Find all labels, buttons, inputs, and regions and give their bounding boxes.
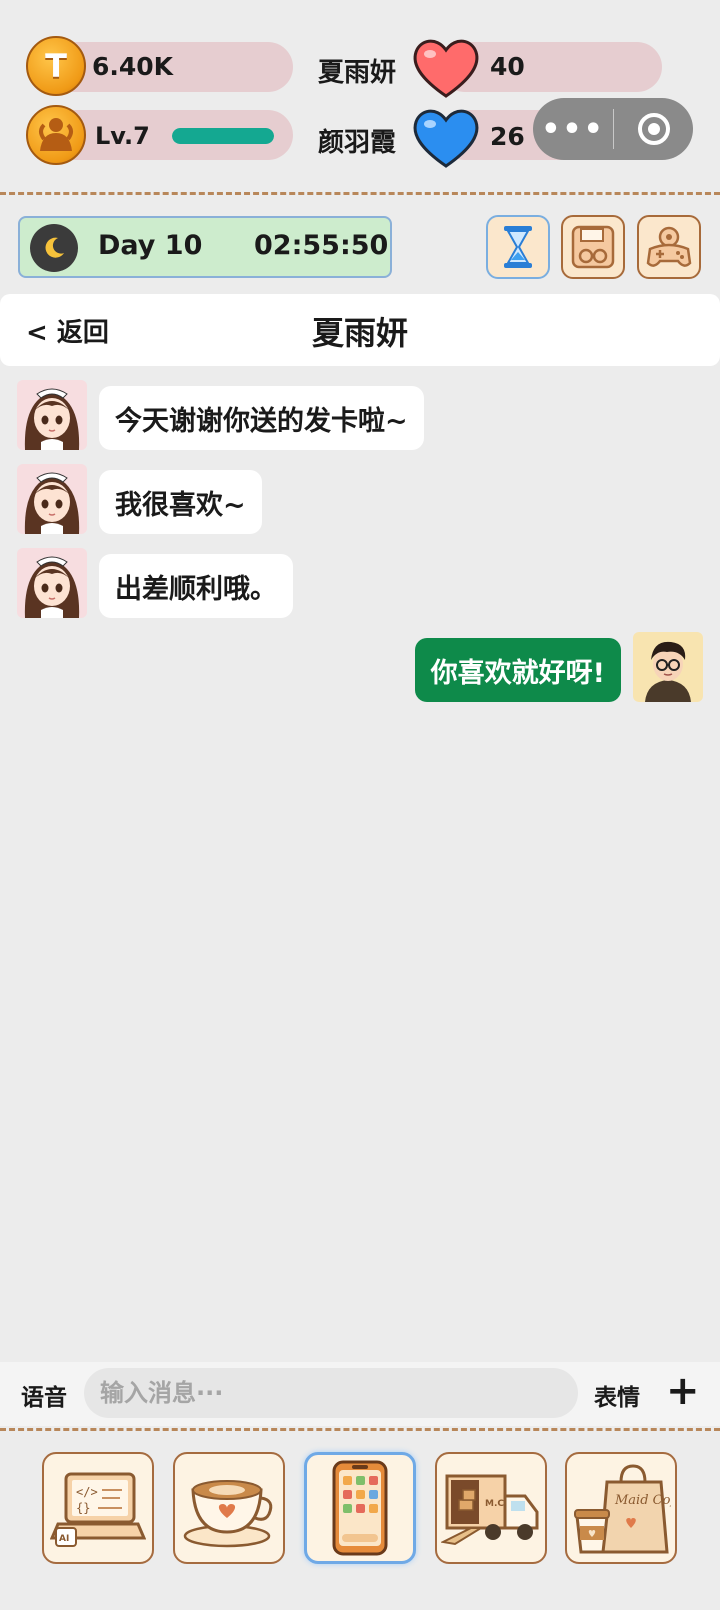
message-bubble: 今天谢谢你送的发卡啦~ bbox=[99, 386, 424, 450]
delivery-truck-icon: M.C bbox=[441, 1474, 539, 1546]
hourglass-icon bbox=[504, 226, 532, 268]
coin-icon: T bbox=[26, 36, 86, 96]
bag-logo-text: Maid Coffee bbox=[614, 1493, 671, 1508]
coffee-cup-icon bbox=[183, 1480, 273, 1548]
dock-truck-button[interactable]: M.C bbox=[435, 1452, 547, 1564]
my-avatar[interactable] bbox=[633, 632, 703, 702]
svg-text:{}: {} bbox=[76, 1501, 90, 1515]
maid-girl-avatar-icon bbox=[24, 472, 80, 534]
phone-apps-icon bbox=[332, 1460, 388, 1556]
save-disk-icon bbox=[571, 225, 615, 269]
heart-icon bbox=[413, 39, 479, 98]
input-bar: 语音 表情 + bbox=[0, 1362, 720, 1426]
moon-icon bbox=[30, 224, 78, 272]
divider-top bbox=[0, 192, 720, 195]
divider-bottom bbox=[0, 1428, 720, 1431]
hourglass-button[interactable] bbox=[486, 215, 550, 279]
gamepad-gear-icon bbox=[646, 226, 692, 267]
target-icon[interactable] bbox=[614, 98, 693, 160]
message-input[interactable] bbox=[84, 1368, 578, 1418]
coin-count: 6.40K bbox=[92, 52, 174, 81]
player-avatar-icon[interactable] bbox=[26, 105, 86, 165]
settings-button[interactable] bbox=[637, 215, 701, 279]
chat-header: < 返回 夏雨妍 bbox=[0, 294, 720, 366]
more-dots-icon[interactable]: ••• bbox=[533, 98, 613, 160]
voice-button[interactable]: 语音 bbox=[21, 1378, 67, 1412]
my-message-bubble: 你喜欢就好呀! bbox=[414, 638, 621, 702]
clock-label: 02:55:50 bbox=[254, 230, 389, 261]
emoji-button[interactable]: 表情 bbox=[594, 1378, 640, 1412]
maid-coffee-bag-icon: Maid Coffee bbox=[574, 1464, 671, 1554]
dock-phone-button[interactable] bbox=[304, 1452, 416, 1564]
dock-maid-coffee-button[interactable]: Maid Coffee bbox=[565, 1452, 677, 1564]
avatar[interactable] bbox=[17, 548, 87, 618]
maid-girl-avatar-icon bbox=[24, 556, 80, 618]
boy-glasses-avatar-icon bbox=[645, 641, 691, 702]
laptop-code-icon: </> {} AI bbox=[50, 1472, 146, 1547]
level-label: Lv.7 bbox=[95, 122, 150, 150]
muscle-man-icon bbox=[39, 118, 73, 151]
day-time-panel: Day 10 02:55:50 bbox=[18, 216, 392, 278]
truck-logo-text: M.C bbox=[485, 1499, 504, 1509]
chat-title: 夏雨妍 bbox=[311, 314, 408, 352]
level-progress-bar bbox=[172, 128, 274, 144]
heart-icon bbox=[413, 109, 479, 168]
dock-laptop-button[interactable]: </> {} AI bbox=[42, 1452, 154, 1564]
plus-button[interactable]: + bbox=[666, 1366, 700, 1416]
affection-value-2: 26 bbox=[490, 122, 525, 151]
svg-text:</>: </> bbox=[76, 1485, 98, 1499]
dock-coffee-button[interactable] bbox=[173, 1452, 285, 1564]
message-bubble: 出差顺利哦。 bbox=[99, 554, 293, 618]
mini-program-capsule: ••• bbox=[533, 98, 693, 160]
avatar[interactable] bbox=[17, 464, 87, 534]
svg-text:AI: AI bbox=[59, 1534, 69, 1544]
day-label: Day 10 bbox=[98, 230, 203, 261]
character-name-1: 夏雨妍 bbox=[318, 58, 397, 88]
character-name-2: 颜羽霞 bbox=[318, 128, 397, 158]
save-button[interactable] bbox=[561, 215, 625, 279]
avatar[interactable] bbox=[17, 380, 87, 450]
level-progress-fill bbox=[172, 128, 274, 144]
message-bubble: 我很喜欢~ bbox=[99, 470, 262, 534]
affection-value-1: 40 bbox=[490, 52, 525, 81]
maid-girl-avatar-icon bbox=[24, 388, 80, 450]
